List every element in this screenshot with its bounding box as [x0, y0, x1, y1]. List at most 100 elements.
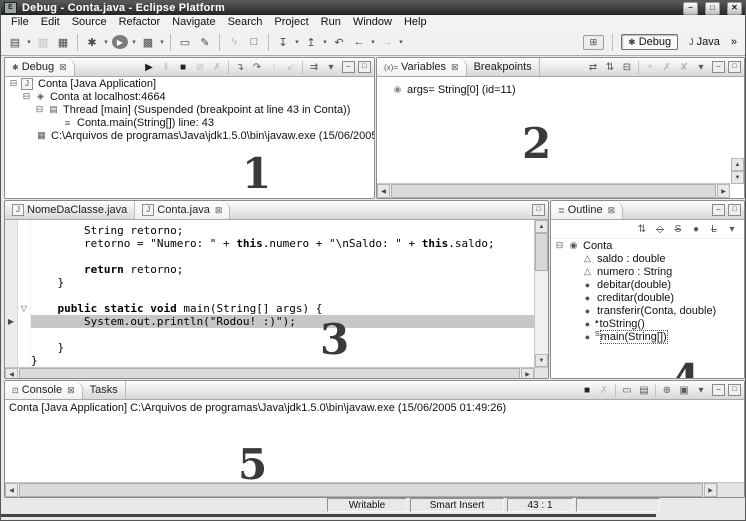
maximize-editor-button[interactable]: □ [532, 204, 545, 216]
scroll-down-button[interactable]: ▼ [535, 354, 548, 367]
editor-horizontal-scrollbar[interactable]: ◀ ▶ [5, 367, 534, 379]
debug-caret-icon[interactable]: ▾ [102, 38, 110, 46]
hide-fields-button[interactable]: ◇ [652, 222, 668, 237]
perspective-java-button[interactable]: J Java [682, 34, 727, 50]
save-button[interactable]: ▥ [33, 33, 53, 51]
close-icon[interactable]: ⊠ [59, 62, 67, 73]
step-filters-button[interactable]: ⇉ [306, 60, 322, 75]
external-tools-button[interactable]: ▩ [138, 33, 158, 51]
minimize-view-button[interactable]: – [712, 204, 725, 216]
scroll-up-button[interactable]: ▲ [731, 158, 744, 171]
scrollbar-thumb[interactable] [391, 184, 716, 198]
tree-row[interactable]: ⊟ ▤ Thread [main] (Suspended (breakpoint… [5, 103, 374, 116]
tab-tasks[interactable]: Tasks [83, 381, 126, 399]
tree-row[interactable]: ● ▴ toString() [551, 317, 744, 330]
maximize-view-button[interactable]: □ [358, 61, 371, 73]
tree-row[interactable]: ● transferir(Conta, double) [551, 304, 744, 317]
view-menu-button[interactable]: ▾ [724, 222, 740, 237]
maximize-view-button[interactable]: □ [728, 204, 741, 216]
add-variable-button[interactable]: + [642, 60, 658, 75]
close-icon[interactable]: ⊠ [215, 205, 223, 216]
back-caret-icon[interactable]: ▾ [369, 38, 377, 46]
disconnect-button[interactable]: ⊘ [192, 60, 208, 75]
console-output[interactable]: Conta [Java Application] C:\Arquivos de … [5, 400, 744, 482]
code-editor[interactable]: String retorno; retorno = "Numero: " + t… [31, 220, 534, 367]
remove-terminated-button[interactable]: ✗ [209, 60, 225, 75]
menu-source[interactable]: Source [66, 16, 113, 28]
tree-row[interactable]: ● S main(String[]) [551, 330, 744, 343]
hide-local-types-button[interactable]: L [706, 222, 722, 237]
tree-row[interactable]: ● debitar(double) [551, 278, 744, 291]
fold-open-icon[interactable]: ▽ [18, 302, 30, 315]
menu-window[interactable]: Window [347, 16, 398, 28]
hide-static-members-button[interactable]: S [670, 222, 686, 237]
restore-button[interactable]: □ [705, 2, 720, 15]
close-icon[interactable]: ⊠ [67, 385, 75, 396]
next-annotation-button[interactable]: ↧ [273, 33, 293, 51]
tree-row[interactable]: ⊟ ◉ Conta [551, 239, 744, 252]
forward-caret-icon[interactable]: ▾ [397, 38, 405, 46]
scroll-down-button[interactable]: ▼ [731, 171, 744, 184]
tree-row[interactable]: △ saldo : double [551, 252, 744, 265]
marker-bar[interactable]: ▶ [5, 220, 18, 367]
menu-search[interactable]: Search [222, 16, 269, 28]
scroll-right-button[interactable]: ▶ [521, 368, 534, 379]
debug-button[interactable]: ✱ [82, 33, 102, 51]
scroll-right-button[interactable]: ▶ [704, 483, 717, 497]
close-icon[interactable]: ⊠ [451, 62, 459, 73]
maximize-view-button[interactable]: □ [728, 61, 741, 73]
menu-help[interactable]: Help [398, 16, 433, 28]
run-button[interactable]: ▶ [112, 35, 128, 49]
hide-non-public-button[interactable]: ● [688, 222, 704, 237]
menu-project[interactable]: Project [268, 16, 314, 28]
perspective-debug-button[interactable]: ✱ Debug [621, 34, 678, 50]
back-button[interactable]: ← [349, 33, 369, 51]
tree-row[interactable]: ⊟ ◈ Conta at localhost:4664 [5, 90, 374, 103]
editor-vertical-scrollbar[interactable]: ▲ ▼ [534, 220, 548, 367]
open-type-button[interactable]: ▭ [175, 33, 195, 51]
open-console-caret[interactable]: ▾ [693, 383, 709, 398]
scroll-up-button[interactable]: ▲ [535, 220, 548, 233]
tab-console[interactable]: ⊡ Console ⊠ [5, 381, 83, 399]
java-snippet-button[interactable]: ϟ [224, 33, 244, 51]
previous-annotation-caret-icon[interactable]: ▾ [321, 38, 329, 46]
remove-button[interactable]: ✗ [659, 60, 675, 75]
previous-annotation-button[interactable]: ↥ [301, 33, 321, 51]
collapse-icon[interactable]: ⊟ [22, 92, 31, 101]
collapse-all-button[interactable]: ⊟ [619, 60, 635, 75]
menu-refactor[interactable]: Refactor [113, 16, 167, 28]
tab-nomedaclasse-java[interactable]: J NomeDaClasse.java [5, 201, 135, 219]
open-perspective-button[interactable]: ⊞ [583, 35, 605, 50]
sort-button[interactable]: ⇅ [634, 222, 650, 237]
tab-breakpoints[interactable]: Breakpoints [467, 58, 540, 76]
perspective-more-chevron[interactable]: » [731, 36, 737, 48]
scroll-right-button[interactable]: ▶ [717, 184, 730, 198]
run-caret-icon[interactable]: ▾ [130, 38, 138, 46]
forward-button[interactable]: → [377, 33, 397, 51]
minimize-button[interactable]: – [683, 2, 698, 15]
remove-launch-button[interactable]: ✗ [596, 383, 612, 398]
scrollbar-thumb[interactable] [19, 483, 703, 497]
new-wizard-caret-icon[interactable]: ▾ [25, 38, 33, 46]
show-type-names-button[interactable]: ⇄ [585, 60, 601, 75]
variables-vertical-scrollbar[interactable]: ▲ ▼ [731, 158, 744, 184]
view-menu-button[interactable]: ▾ [323, 60, 339, 75]
close-button[interactable]: ✕ [727, 2, 742, 15]
collapse-icon[interactable]: ⊟ [9, 79, 18, 88]
tab-outline[interactable]: ≣ Outline ⊠ [551, 201, 623, 219]
view-menu-button[interactable]: ▾ [693, 60, 709, 75]
variable-row[interactable]: ◉ args= String[0] (id=11) [377, 77, 744, 96]
variables-horizontal-scrollbar[interactable]: ◀ ▶ [377, 183, 730, 198]
collapse-icon[interactable]: ⊟ [35, 105, 44, 114]
scrollbar-thumb[interactable] [19, 368, 520, 379]
terminate-button[interactable]: ■ [175, 60, 191, 75]
menu-file[interactable]: File [5, 16, 35, 28]
scroll-lock-button[interactable]: ▤ [636, 383, 652, 398]
step-over-button[interactable]: ↷ [249, 60, 265, 75]
terminate-button[interactable]: ■ [579, 383, 595, 398]
new-wizard-button[interactable]: ▤ [5, 33, 25, 51]
minimize-view-button[interactable]: – [342, 61, 355, 73]
search-button[interactable]: ✎ [195, 33, 215, 51]
menu-navigate[interactable]: Navigate [166, 16, 221, 28]
scrollbar-track[interactable] [535, 271, 548, 354]
